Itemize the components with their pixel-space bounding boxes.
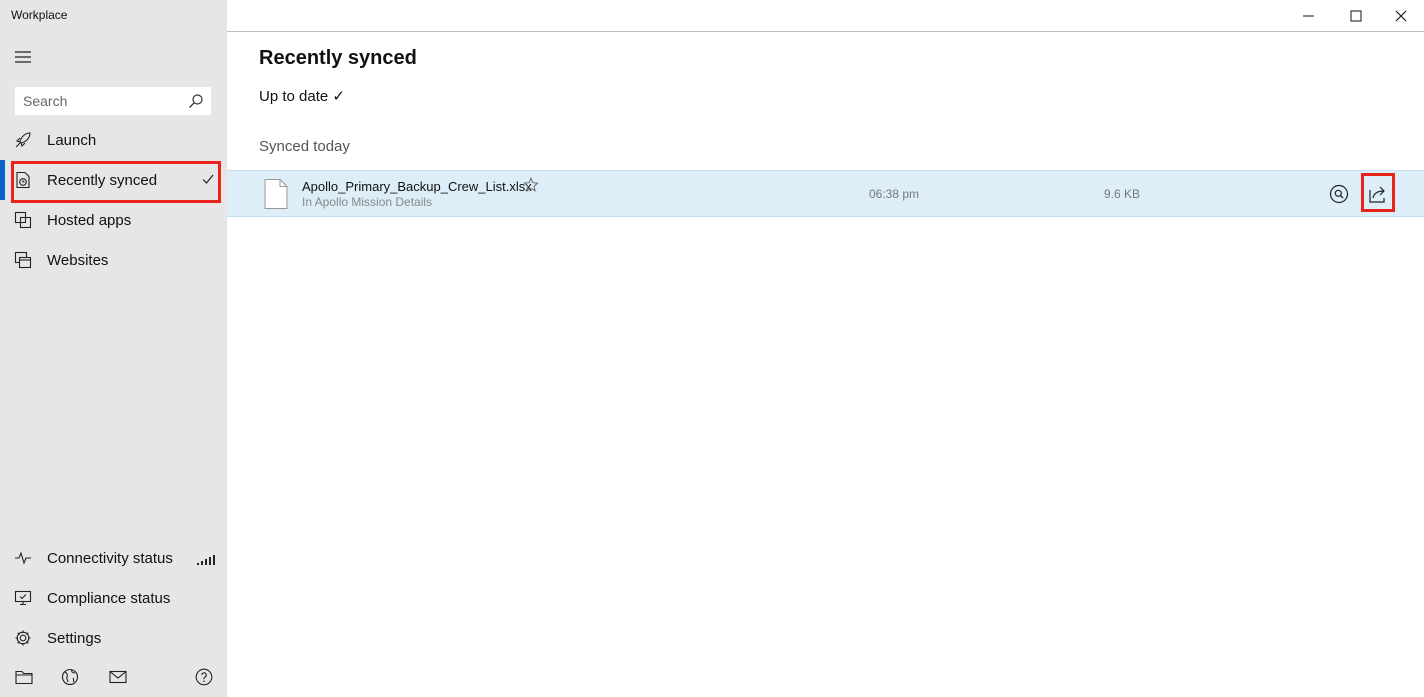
nav-item-settings[interactable]: Settings [0, 618, 227, 658]
search-icon[interactable] [188, 93, 204, 114]
nav-item-connectivity-status[interactable]: Connectivity status [0, 538, 227, 578]
title-bar: Workplace [0, 0, 1424, 31]
search-box[interactable] [15, 87, 211, 115]
nav-item-hosted-apps[interactable]: Hosted apps [0, 200, 227, 240]
window-title: Workplace [11, 8, 68, 22]
section-header: Synced today [259, 138, 350, 155]
pulse-icon [14, 549, 32, 567]
nav-item-label: Websites [47, 251, 109, 269]
page-title: Recently synced [259, 47, 417, 69]
mail-icon[interactable] [105, 664, 131, 690]
file-name[interactable]: Apollo_Primary_Backup_Crew_List.xlsx [302, 179, 532, 194]
nav-item-recently-synced[interactable]: Recently synced [0, 160, 227, 200]
nav-item-launch[interactable]: Launch [0, 120, 227, 160]
close-icon[interactable] [1378, 0, 1424, 31]
folder-icon[interactable] [11, 664, 37, 690]
globe-icon[interactable] [57, 664, 83, 690]
file-row[interactable]: Apollo_Primary_Backup_Crew_List.xlsx In … [227, 170, 1424, 217]
main-content: Recently synced Up to date ✓ Synced toda… [227, 31, 1424, 697]
sidebar: Launch Recently synced Hosted apps Websi… [0, 0, 227, 697]
nav-item-compliance-status[interactable]: Compliance status [0, 578, 227, 618]
monitor-check-icon [14, 589, 32, 607]
star-icon[interactable] [523, 177, 539, 198]
hosted-apps-icon [14, 211, 32, 229]
nav-item-label: Launch [47, 131, 97, 149]
open-location-icon[interactable] [1327, 182, 1351, 206]
search-input[interactable] [16, 88, 176, 114]
file-location: In Apollo Mission Details [302, 195, 433, 209]
gear-icon [14, 629, 32, 647]
help-icon[interactable] [191, 664, 217, 690]
check-icon [201, 172, 215, 191]
file-size: 9.6 KB [1104, 187, 1141, 201]
rocket-icon [14, 131, 32, 149]
recent-sync-icon [14, 171, 32, 189]
minimize-icon[interactable] [1286, 0, 1332, 31]
nav-item-label: Settings [47, 629, 102, 647]
nav-item-label: Compliance status [47, 589, 171, 607]
sync-status-text: Up to date ✓ [259, 88, 345, 105]
document-icon [264, 179, 288, 214]
nav-item-label: Connectivity status [47, 549, 173, 567]
footer-toolbar [0, 664, 227, 692]
nav-item-label: Hosted apps [47, 211, 132, 229]
file-sync-time: 06:38 pm [869, 187, 920, 201]
hamburger-menu-icon[interactable] [12, 46, 34, 68]
nav-item-label: Recently synced [47, 171, 158, 189]
websites-icon [14, 251, 32, 269]
signal-bars-icon [197, 552, 215, 570]
nav-item-websites[interactable]: Websites [0, 240, 227, 280]
share-icon[interactable] [1366, 182, 1390, 206]
maximize-icon[interactable] [1333, 0, 1379, 31]
